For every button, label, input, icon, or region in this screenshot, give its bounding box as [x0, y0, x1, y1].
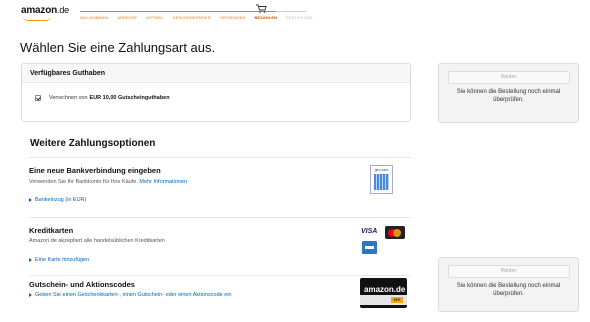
continue-button-top[interactable]: Weiter — [447, 71, 570, 84]
apply-balance-row[interactable]: Verrechnen von EUR 10,00 Gutscheinguthab… — [35, 95, 172, 101]
bank-option-subtitle: Verwenden Sie Ihr Bankkonto für Ihre Käu… — [29, 179, 188, 185]
visa-icon: VISA — [361, 228, 378, 235]
step-bestaetigen: BESTÄTIGEN — [286, 15, 313, 20]
voucher-title: Gutschein- und Aktionscodes — [29, 280, 135, 289]
step-artikel[interactable]: ARTIKEL — [146, 15, 163, 20]
enter-code-link[interactable]: Geben Sie einen Geschenkkarten-, einen G… — [29, 292, 232, 298]
amazon-logo[interactable]: amazon.de — [21, 5, 69, 21]
caret-right-icon — [29, 257, 32, 262]
caret-right-icon — [29, 197, 32, 202]
balance-box-title: Verfügbares Guthaben — [22, 64, 410, 83]
balance-amount: EUR 10,00 Gutscheinguthaben — [89, 95, 170, 101]
bank-option: Eine neue Bankverbindung eingeben Verwen… — [29, 157, 411, 217]
review-hint-bottom: Sie können die Bestellung noch einmal üb… — [456, 283, 561, 297]
credit-card-option: Kreditkarten Amazon.de akzeptiert alle h… — [29, 217, 411, 275]
cart-icon — [256, 4, 267, 13]
more-options-title: Weitere Zahlungsoptionen — [30, 138, 156, 149]
checkout-header: amazon.de WILLKOMMEN ADRESSE ARTIKEL GES… — [0, 0, 590, 30]
balance-box: Verfügbares Guthaben Verrechnen von EUR … — [21, 63, 411, 122]
checkout-progress-done — [80, 11, 276, 12]
voucher-option: Gutschein- und Aktionscodes Geben Sie ei… — [29, 275, 411, 315]
page-title: Wählen Sie eine Zahlungsart aus. — [20, 40, 216, 55]
giropay-icon: giro card — [370, 165, 393, 194]
checkout-progress-track — [80, 11, 306, 12]
amazon-smile-icon — [23, 16, 51, 21]
bank-debit-link[interactable]: Bankeinzug (in EUR) — [29, 197, 86, 203]
step-adresse[interactable]: ADRESSE — [117, 15, 137, 20]
step-willkommen[interactable]: WILLKOMMEN — [80, 15, 108, 20]
apply-balance-checkbox[interactable] — [35, 95, 41, 101]
bank-option-title: Eine neue Bankverbindung eingeben — [29, 166, 161, 175]
continue-button-bottom[interactable]: Weiter — [447, 265, 570, 278]
order-summary-panel-top: Weiter Sie können die Bestellung noch ei… — [438, 63, 579, 123]
caret-right-icon — [29, 292, 32, 297]
more-info-link[interactable]: Mehr Informationen — [139, 179, 187, 185]
gift-card-icon: amazon.de €€€ — [360, 278, 407, 308]
credit-card-title: Kreditkarten — [29, 226, 74, 235]
order-summary-panel-bottom: Weiter Sie können die Bestellung noch ei… — [438, 257, 579, 312]
step-bezahlen: BEZAHLEN — [254, 15, 278, 20]
credit-card-subtitle: Amazon.de akzeptiert alle handelsübliche… — [29, 238, 165, 244]
mastercard-icon — [385, 226, 405, 239]
apply-balance-label: Verrechnen von — [49, 95, 88, 101]
add-card-link[interactable]: Eine Karte hinzufügen — [29, 257, 89, 263]
step-versenden[interactable]: VERSENDEN — [220, 15, 246, 20]
step-geschenkpapier[interactable]: GESCHENKPAPIER — [172, 15, 210, 20]
checkout-steps: WILLKOMMEN ADRESSE ARTIKEL GESCHENKPAPIE… — [80, 15, 321, 20]
review-hint-top: Sie können die Bestellung noch einmal üb… — [456, 89, 561, 103]
amex-icon — [362, 241, 377, 254]
